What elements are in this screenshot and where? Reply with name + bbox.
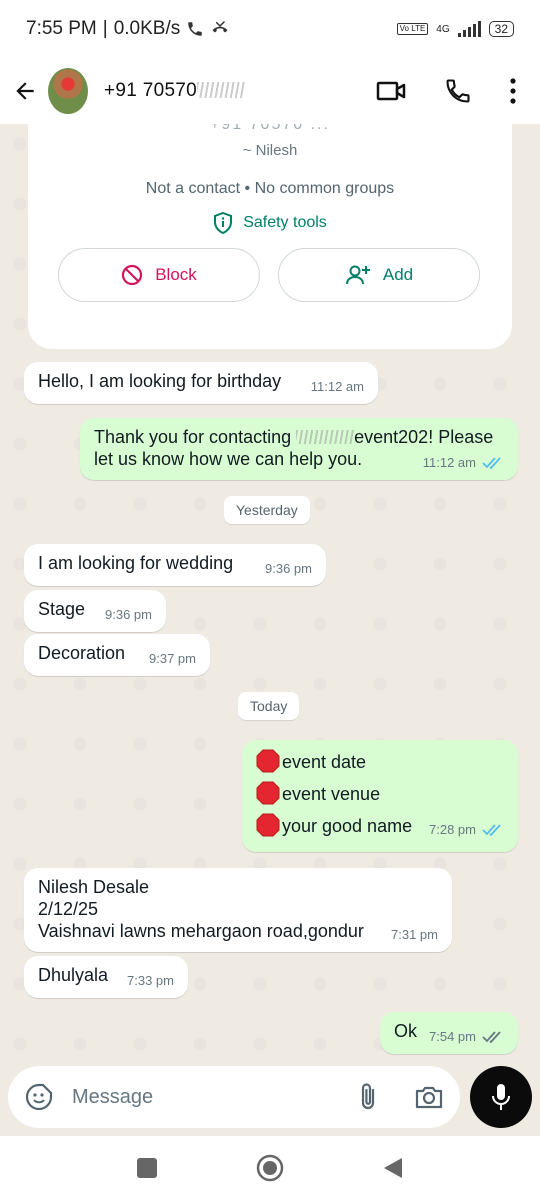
status-bar: 7:55 PM | 0.0KB/s Vo LTE 4G 32	[0, 0, 540, 58]
avatar[interactable]	[48, 68, 88, 114]
faded-number: +91 70570 ...	[210, 124, 330, 133]
back-triangle-icon[interactable]	[382, 1156, 404, 1180]
message-out[interactable]: event date event venue your good name 7:…	[242, 740, 518, 852]
message-input[interactable]: Message	[8, 1066, 460, 1128]
date-chip: Today	[238, 692, 300, 720]
contact-info-card: +91 70570 ... ~ Nilesh Not a contact • N…	[28, 124, 512, 349]
message-time: 9:37 pm	[149, 651, 196, 666]
status-net-speed: 0.0KB/s	[113, 18, 181, 39]
block-button[interactable]: Block	[58, 248, 260, 302]
message-time: 11:12 am	[310, 379, 364, 394]
chat-header: +91 70570	[0, 58, 540, 124]
camera-icon[interactable]	[414, 1084, 444, 1110]
message-time: 9:36 pm	[265, 561, 312, 576]
message-in[interactable]: Decoration 9:37 pm	[24, 634, 210, 676]
chat-area[interactable]: +91 70570 ... ~ Nilesh Not a contact • N…	[0, 124, 540, 1064]
message-in[interactable]: Dhulyala 7:33 pm	[24, 956, 188, 998]
contact-title[interactable]: +91 70570	[104, 80, 246, 102]
missed-call-icon	[212, 20, 228, 33]
read-ticks-icon	[482, 457, 501, 469]
message-time: 7:31 pm	[391, 927, 438, 942]
back-arrow-icon[interactable]	[10, 76, 40, 106]
message-in[interactable]: Nilesh Desale 2/12/25 Vaishnavi lawns me…	[24, 868, 452, 952]
network-type: 4G	[436, 23, 450, 35]
signal-icon	[457, 21, 481, 37]
voice-call-icon[interactable]	[444, 77, 472, 105]
message-placeholder: Message	[72, 1085, 154, 1108]
block-icon	[122, 264, 143, 286]
message-input-bar: Message	[0, 1064, 540, 1136]
stop-sign-icon	[256, 781, 280, 805]
status-time: 7:55 PM	[26, 18, 97, 39]
message-time: 9:36 pm	[105, 607, 152, 622]
read-ticks-icon	[482, 824, 501, 836]
obscured-text	[197, 82, 246, 98]
obscured-text	[296, 430, 355, 444]
message-time: 11:12 am	[423, 452, 504, 474]
message-out[interactable]: Ok 7:54 pm	[380, 1012, 518, 1054]
message-time: 7:54 pm	[429, 1026, 504, 1048]
shield-icon	[214, 212, 233, 234]
message-time: 7:28 pm	[429, 814, 504, 846]
delivered-ticks-icon	[482, 1031, 501, 1043]
mic-button[interactable]	[470, 1066, 532, 1128]
stop-sign-icon	[256, 813, 280, 837]
contact-nickname: ~ Nilesh	[242, 142, 298, 159]
more-options-icon[interactable]	[510, 78, 516, 104]
microphone-icon	[492, 1084, 510, 1110]
stop-sign-icon	[256, 749, 280, 773]
sticker-emoji-icon[interactable]	[24, 1082, 54, 1112]
video-call-icon[interactable]	[376, 79, 406, 103]
recents-square-icon[interactable]	[136, 1157, 158, 1179]
system-nav-bar	[0, 1136, 540, 1200]
attach-icon[interactable]	[358, 1082, 378, 1112]
add-person-icon	[345, 265, 370, 285]
message-in[interactable]: Hello, I am looking for birthday 11:12 a…	[24, 362, 378, 404]
volte-badge: Vo LTE	[396, 23, 429, 35]
call-status-icon	[188, 22, 202, 36]
message-in[interactable]: Stage 9:36 pm	[24, 590, 166, 632]
battery-icon: 32	[488, 21, 514, 37]
contact-meta: Not a contact • No common groups	[145, 180, 395, 197]
safety-tools-link[interactable]: Safety tools	[28, 212, 512, 234]
date-chip: Yesterday	[224, 496, 310, 524]
home-circle-icon[interactable]	[256, 1154, 284, 1182]
add-contact-button[interactable]: Add	[278, 248, 480, 302]
message-time: 7:33 pm	[127, 973, 174, 988]
message-in[interactable]: I am looking for wedding 9:36 pm	[24, 544, 326, 586]
message-out[interactable]: Thank you for contacting event202! Pleas…	[80, 418, 518, 480]
